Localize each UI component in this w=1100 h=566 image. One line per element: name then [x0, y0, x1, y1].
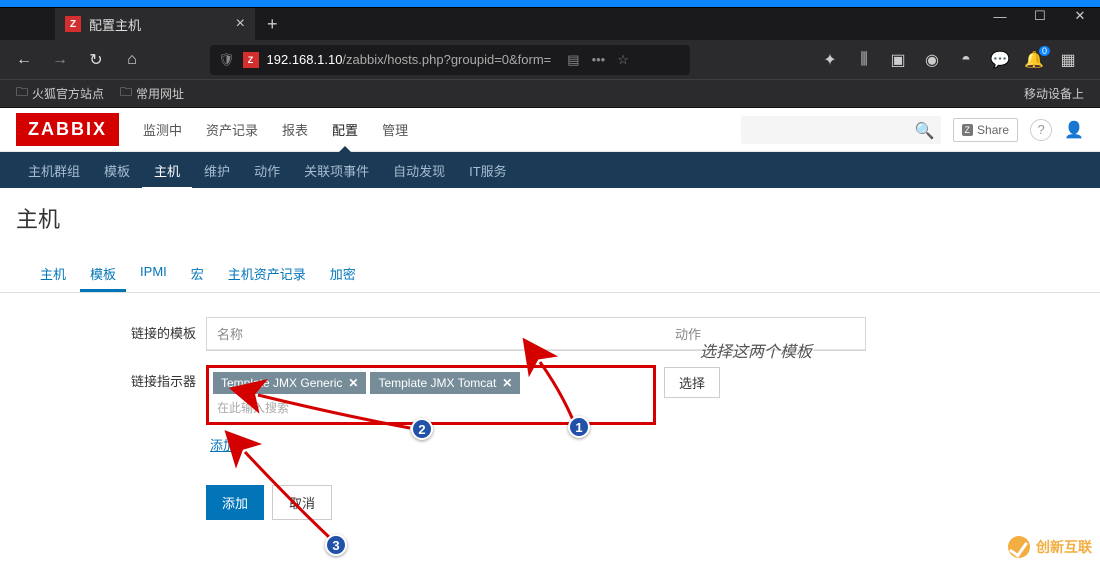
main-menu: 监测中 资产记录 报表 配置 管理	[133, 108, 418, 151]
annotation-badge-2: 2	[411, 418, 433, 440]
subnav-discovery[interactable]: 自动发现	[381, 151, 457, 190]
url-text: 192.168.1.10/zabbix/hosts.php?groupid=0&…	[267, 52, 552, 67]
submit-button[interactable]: 添加	[206, 485, 264, 520]
window-controls: — ☐ ✕	[980, 0, 1100, 32]
linked-templates-label: 链接的模板	[130, 317, 206, 351]
subnav-itservices[interactable]: IT服务	[457, 151, 519, 190]
form-buttons: 添加 取消	[206, 485, 1070, 520]
subnav-hostgroups[interactable]: 主机群组	[16, 151, 92, 190]
extensions-icon[interactable]: ✦	[820, 50, 840, 70]
col-header-name: 名称	[207, 318, 665, 349]
bookmark-firefox[interactable]: 🗀 火狐官方站点	[16, 83, 104, 104]
reload-button[interactable]: ↻	[82, 46, 110, 74]
url-input[interactable]: 🛡 Z 192.168.1.10/zabbix/hosts.php?groupi…	[210, 45, 690, 75]
browser-address-bar: ← → ↻ ⌂ 🛡 Z 192.168.1.10/zabbix/hosts.ph…	[0, 40, 1100, 80]
linked-templates-row: 链接的模板 名称 动作	[130, 317, 1070, 351]
browser-tab-active[interactable]: Z 配置主机 ×	[55, 8, 255, 40]
menu-admin[interactable]: 管理	[372, 108, 418, 151]
bookmark-bar: 🗀 火狐官方站点 🗀 常用网址 移动设备上	[0, 80, 1100, 108]
tab-encryption[interactable]: 加密	[320, 256, 366, 292]
remove-tag-icon[interactable]: ✕	[502, 376, 512, 390]
menu-icon[interactable]: ▦	[1058, 50, 1078, 70]
template-multiselect[interactable]: Template JMX Generic ✕ Template JMX Tomc…	[206, 365, 656, 425]
subnav-hosts[interactable]: 主机	[142, 151, 192, 190]
bookmark-mobile[interactable]: 移动设备上	[1024, 85, 1084, 102]
tab-inventory[interactable]: 主机资产记录	[218, 256, 316, 292]
header-right: 🔍 ZShare ? 👤	[741, 116, 1084, 144]
watermark-logo-icon	[1008, 536, 1030, 558]
reader-icon[interactable]: ▤	[567, 52, 579, 68]
help-icon[interactable]: ?	[1030, 119, 1052, 141]
multiselect-placeholder: 在此输入搜索	[213, 397, 649, 418]
tab-templates[interactable]: 模板	[80, 256, 126, 292]
link-selector-label: 链接指示器	[130, 365, 206, 455]
cancel-button[interactable]: 取消	[272, 485, 332, 520]
tab-host[interactable]: 主机	[30, 256, 76, 292]
annotation-badge-3: 3	[325, 534, 347, 556]
browser-top-accent	[0, 0, 1100, 8]
menu-monitoring[interactable]: 监测中	[133, 108, 192, 151]
select-button[interactable]: 选择	[664, 367, 720, 398]
tab-title: 配置主机	[89, 15, 141, 34]
search-icon[interactable]: 🔍	[915, 121, 935, 141]
menu-reports[interactable]: 报表	[272, 108, 318, 151]
tab-macros[interactable]: 宏	[181, 256, 214, 292]
watermark: 创新互联	[1008, 536, 1092, 558]
subnav-correlation[interactable]: 关联项事件	[292, 151, 381, 190]
annotation-label: 选择这两个模板	[700, 338, 812, 362]
template-tag-jmx-generic: Template JMX Generic ✕	[213, 372, 366, 394]
template-form: 链接的模板 名称 动作 链接指示器 Template JMX Generic ✕	[0, 293, 1100, 558]
subnav-actions[interactable]: 动作	[242, 151, 292, 190]
shield2-icon[interactable]: ◓	[956, 50, 976, 70]
page-title: 主机	[0, 188, 1100, 248]
tab-ipmi[interactable]: IPMI	[130, 256, 177, 292]
forward-button[interactable]: →	[46, 46, 74, 74]
site-favicon-icon: Z	[243, 52, 259, 68]
zabbix-header: ZABBIX 监测中 资产记录 报表 配置 管理 🔍 ZShare ? 👤	[0, 108, 1100, 152]
back-button[interactable]: ←	[10, 46, 38, 74]
menu-configuration[interactable]: 配置	[322, 108, 368, 151]
new-tab-button[interactable]: +	[255, 14, 290, 35]
browser-tab-strip: Z 配置主机 × +	[0, 8, 1100, 40]
sidebar-icon[interactable]: ▣	[888, 50, 908, 70]
shield-icon: 🛡	[218, 52, 235, 68]
global-search: 🔍	[741, 116, 941, 144]
subnav-templates[interactable]: 模板	[92, 151, 142, 190]
search-input[interactable]	[741, 116, 941, 144]
subnav-maintenance[interactable]: 维护	[192, 151, 242, 190]
zabbix-logo[interactable]: ZABBIX	[16, 113, 119, 146]
browser-toolbar: ✦ ⫼ ▣ ◉ ◓ 💬 🔔 ▦	[820, 50, 1090, 70]
bookmark-star-icon[interactable]: ☆	[617, 52, 629, 68]
template-tag-jmx-tomcat: Template JMX Tomcat ✕	[370, 372, 520, 394]
bookmark-common[interactable]: 🗀 常用网址	[120, 83, 184, 104]
tab-close-icon[interactable]: ×	[236, 15, 245, 33]
close-button[interactable]: ✕	[1060, 0, 1100, 32]
notifications-icon[interactable]: 🔔	[1024, 50, 1044, 70]
link-selector-row: 链接指示器 Template JMX Generic ✕ Template JM…	[130, 365, 1070, 455]
more-icon[interactable]: •••	[592, 52, 606, 68]
sub-navigation: 主机群组 模板 主机 维护 动作 关联项事件 自动发现 IT服务	[0, 152, 1100, 188]
remove-tag-icon[interactable]: ✕	[348, 376, 358, 390]
library-icon[interactable]: ⫼	[854, 50, 874, 70]
share-button[interactable]: ZShare	[953, 118, 1019, 142]
annotation-badge-1: 1	[568, 416, 590, 438]
add-template-link[interactable]: 添加	[206, 438, 236, 453]
chat-icon[interactable]: 💬	[990, 50, 1010, 70]
maximize-button[interactable]: ☐	[1020, 0, 1060, 32]
minimize-button[interactable]: —	[980, 0, 1020, 32]
url-actions: ▤ ••• ☆	[567, 52, 629, 68]
user-icon[interactable]: 👤	[1064, 120, 1084, 140]
menu-inventory[interactable]: 资产记录	[196, 108, 268, 151]
home-button[interactable]: ⌂	[118, 46, 146, 74]
host-config-tabs: 主机 模板 IPMI 宏 主机资产记录 加密	[0, 256, 1100, 293]
account-icon[interactable]: ◉	[922, 50, 942, 70]
zabbix-favicon-icon: Z	[65, 16, 81, 32]
